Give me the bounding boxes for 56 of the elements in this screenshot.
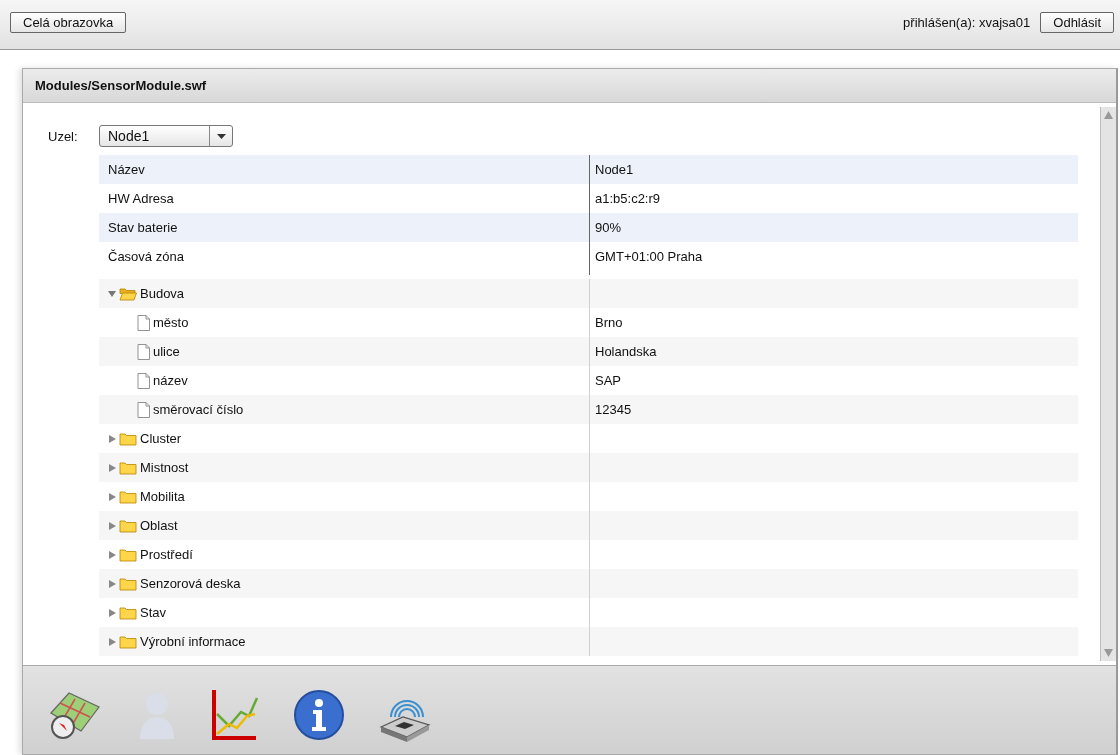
property-value: GMT+01:00 Praha	[589, 242, 1078, 271]
expand-triangle-icon[interactable]	[108, 463, 116, 472]
panel-title: Modules/SensorModule.swf	[35, 78, 207, 93]
tree-folder-label[interactable]: Senzorová deska	[140, 576, 241, 591]
property-name: Název	[107, 162, 146, 177]
tree-folder-label[interactable]: Výrobní informace	[140, 634, 246, 649]
node-dropdown[interactable]: Node1	[99, 125, 233, 147]
property-value: Node1	[589, 155, 1078, 184]
fullscreen-button[interactable]: Celá obrazovka	[10, 12, 127, 33]
file-icon	[137, 401, 150, 418]
folder-icon	[119, 547, 137, 562]
expand-triangle-icon[interactable]	[108, 637, 116, 646]
tree-folder-label[interactable]: Cluster	[140, 431, 182, 446]
file-icon	[137, 343, 150, 360]
tree-item-label[interactable]: směrovací číslo	[153, 402, 244, 417]
scroll-down-icon[interactable]	[1104, 649, 1113, 657]
info-icon[interactable]	[293, 689, 345, 741]
collapse-triangle-icon[interactable]	[108, 289, 116, 298]
line-chart-icon[interactable]	[209, 688, 261, 742]
expand-triangle-icon[interactable]	[108, 492, 116, 501]
property-name: Časová zóna	[107, 249, 185, 264]
file-icon	[137, 314, 150, 331]
expand-triangle-icon[interactable]	[108, 521, 116, 530]
folder-icon	[119, 431, 137, 446]
folder-icon	[119, 605, 137, 620]
folder-icon	[119, 460, 137, 475]
property-value: 90%	[589, 213, 1078, 242]
tree-item-value: Holandska	[589, 337, 1078, 366]
logout-button[interactable]: Odhlásit	[1040, 12, 1114, 33]
tree-folder-label[interactable]: Mistnost	[140, 460, 189, 475]
file-icon	[137, 372, 150, 389]
expand-triangle-icon[interactable]	[108, 579, 116, 588]
tree-item-label[interactable]: název	[153, 373, 188, 388]
scroll-up-icon[interactable]	[1104, 111, 1113, 119]
property-name: HW Adresa	[107, 191, 175, 206]
vertical-scrollbar[interactable]	[1100, 107, 1116, 661]
tree-folder-label[interactable]: Prostředí	[140, 547, 193, 562]
tree-folder-label[interactable]: Stav	[140, 605, 166, 620]
logged-in-user: přihlášen(a): xvajsa01	[903, 15, 1031, 30]
open-folder-icon	[119, 286, 137, 301]
folder-icon	[119, 576, 137, 591]
expand-triangle-icon[interactable]	[108, 434, 116, 443]
expand-triangle-icon[interactable]	[108, 608, 116, 617]
tree-item-label[interactable]: město	[153, 315, 189, 330]
tree-item-label[interactable]: ulice	[153, 344, 180, 359]
tree-folder-label[interactable]: Mobilita	[140, 489, 185, 504]
expand-triangle-icon[interactable]	[108, 550, 116, 559]
tree-folder-label[interactable]: Budova	[140, 286, 185, 301]
tree-folder-label[interactable]: Oblast	[140, 518, 178, 533]
folder-icon	[119, 489, 137, 504]
node-label: Uzel:	[48, 128, 79, 144]
folder-icon	[119, 518, 137, 533]
folder-icon	[119, 634, 137, 649]
dropdown-caret-icon	[216, 133, 226, 139]
property-name: Stav baterie	[107, 220, 179, 235]
tree-item-value: 12345	[589, 395, 1078, 424]
